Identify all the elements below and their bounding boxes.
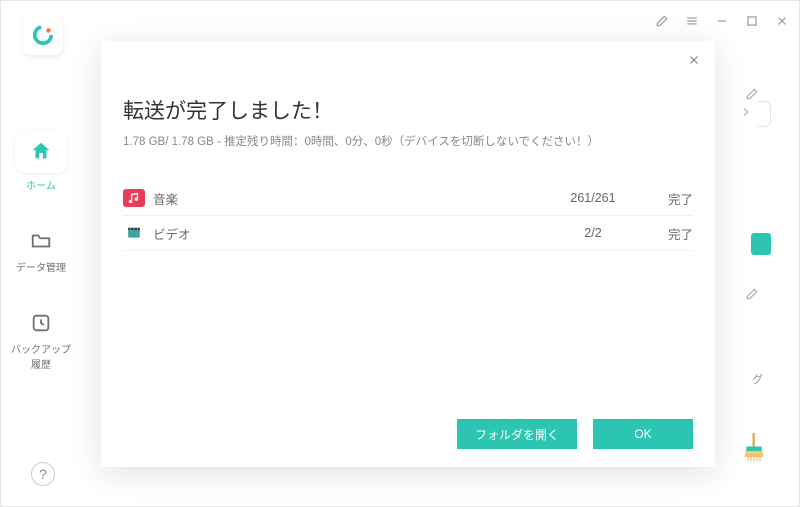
broom-icon[interactable]	[741, 433, 767, 468]
chevron-right-icon[interactable]	[739, 105, 759, 125]
sidebar-item-label: データ管理	[16, 259, 66, 274]
folder-icon	[30, 230, 52, 255]
item-label: ビデオ	[153, 224, 543, 243]
window-titlebar	[1, 1, 799, 41]
app-logo	[23, 15, 63, 55]
minimize-button[interactable]	[715, 14, 729, 28]
open-folder-button[interactable]: フォルダを開く	[457, 419, 577, 449]
list-item: 音楽 261/261 完了	[123, 183, 693, 213]
sidebar-item-backup[interactable]: バックアップ履歴	[11, 312, 71, 371]
item-count: 2/2	[543, 226, 643, 240]
sidebar-item-label: ホーム	[26, 177, 56, 192]
divider	[123, 215, 693, 216]
menu-icon[interactable]	[685, 14, 699, 28]
ok-button[interactable]: OK	[593, 419, 693, 449]
sidebar-item-home[interactable]: ホーム	[11, 131, 71, 192]
sidebar: ホーム データ管理 バックアップ履歴	[1, 131, 81, 371]
sidebar-item-label: バックアップ履歴	[11, 341, 71, 371]
music-icon	[123, 189, 145, 207]
video-icon	[123, 224, 145, 242]
edit-icon[interactable]	[655, 14, 669, 28]
dialog-title: 転送が完了しました！	[123, 95, 693, 125]
sidebar-item-data[interactable]: データ管理	[11, 230, 71, 274]
divider	[123, 250, 693, 251]
list-item: ビデオ 2/2 完了	[123, 218, 693, 248]
dialog-subtitle: 1.78 GB/ 1.78 GB - 推定残り時間：0時間、0分、0秒（デバイス…	[123, 133, 693, 149]
backup-icon	[30, 312, 52, 337]
item-count: 261/261	[543, 191, 643, 205]
background-action-button[interactable]	[751, 233, 771, 255]
window-close-button[interactable]	[775, 14, 789, 28]
background-text: グ	[752, 371, 763, 387]
maximize-button[interactable]	[745, 14, 759, 28]
item-status: 完了	[643, 189, 693, 208]
dialog-footer: フォルダを開く OK	[457, 419, 693, 449]
help-button[interactable]: ?	[31, 462, 55, 486]
item-label: 音楽	[153, 189, 543, 208]
transfer-items-list: 音楽 261/261 完了 ビデオ 2/2 完了	[123, 183, 693, 251]
dialog-close-button[interactable]	[685, 51, 703, 69]
item-status: 完了	[643, 224, 693, 243]
home-icon	[30, 140, 52, 165]
pencil-icon[interactable]	[745, 287, 759, 306]
panel-border	[757, 101, 771, 127]
transfer-complete-dialog: 転送が完了しました！ 1.78 GB/ 1.78 GB - 推定残り時間：0時間…	[101, 41, 715, 467]
